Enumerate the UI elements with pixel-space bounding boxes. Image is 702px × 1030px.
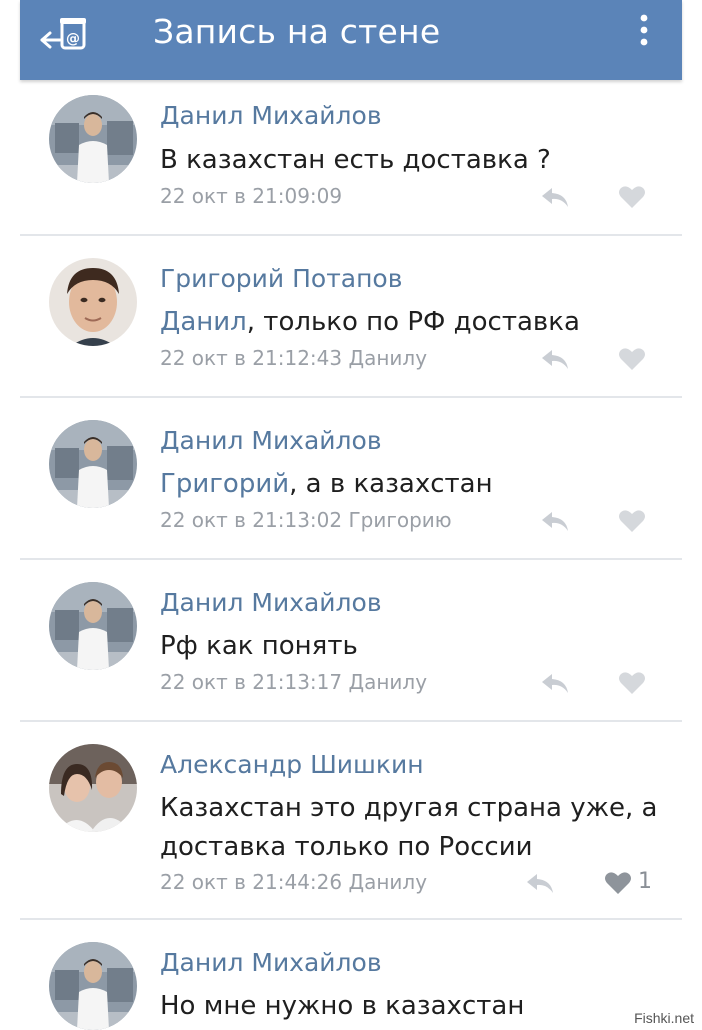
reply-icon[interactable] [540,185,570,209]
avatar[interactable] [49,582,137,670]
svg-text:@: @ [66,31,80,47]
comment-item: Григорий Потапов Данил, только по РФ дос… [20,236,682,398]
comment-item: Александр Шишкин Казахстан это другая ст… [20,722,682,920]
comment-body: Но мне нужно в казахстан [160,991,525,1021]
comment-author[interactable]: Данил Михайлов [160,588,382,617]
reply-icon[interactable] [540,509,570,533]
comment-body: , только по РФ доставка [246,307,580,337]
top-app-bar: @ Запись на стене [20,0,682,80]
comment-text: Рф как понять [160,627,660,666]
like-count: 1 [638,869,652,894]
comment-timestamp: 22 окт в 21:13:02 [160,508,343,532]
comment-body: В казахстан есть доставка ? [160,145,551,175]
reply-to-link[interactable]: Данилу [348,670,427,694]
page-title: Запись на стене [153,12,441,51]
reply-icon[interactable] [540,671,570,695]
comment-body: Казахстан это другая страна уже, а доста… [160,793,658,862]
back-arrow-icon: @ [40,18,86,50]
mention-link[interactable]: Григорий [160,469,289,499]
comment-item: Данил Михайлов Рф как понять 22 окт в 21… [20,560,682,722]
comment-author[interactable]: Александр Шишкин [160,750,424,779]
comment-meta: 22 окт в 21:44:26 Данилу [160,870,427,894]
watermark: Fishki.net [632,1010,696,1026]
reply-to-link[interactable]: Данилу [348,346,427,370]
comment-author[interactable]: Григорий Потапов [160,264,402,293]
comment-author[interactable]: Данил Михайлов [160,101,382,130]
comment-text: В казахстан есть доставка ? [160,141,660,180]
comment-meta: 22 окт в 21:09:09 [160,184,342,208]
heart-icon[interactable] [618,671,646,695]
comment-meta: 22 окт в 21:13:17 Данилу [160,670,427,694]
heart-icon[interactable] [618,185,646,209]
comment-meta: 22 окт в 21:12:43 Данилу [160,346,427,370]
reply-to-link[interactable]: Данилу [348,870,427,894]
comment-text: Но мне нужно в казахстан [160,987,660,1026]
comment-timestamp: 22 окт в 21:13:17 [160,670,343,694]
comment-meta: 22 окт в 21:13:02 Григорию [160,508,452,532]
heart-icon[interactable] [604,871,632,895]
comment-author[interactable]: Данил Михайлов [160,426,382,455]
mention-link[interactable]: Данил [160,307,247,337]
comment-item: Данил Михайлов Григорий, а в казахстан 2… [20,398,682,560]
reply-to-link[interactable]: Григорию [348,508,451,532]
comment-timestamp: 22 окт в 21:09:09 [160,184,343,208]
comment-body: Рф как понять [160,631,358,661]
avatar[interactable] [49,95,137,183]
comment-item: Данил Михайлов В казахстан есть доставка… [20,80,682,236]
comment-text: Григорий, а в казахстан [160,465,660,504]
more-vertical-icon [640,14,648,46]
comment-text: Казахстан это другая страна уже, а доста… [160,789,660,867]
heart-icon[interactable] [618,509,646,533]
reply-icon[interactable] [525,871,555,895]
reply-icon[interactable] [540,347,570,371]
comment-item: Данил Михайлов Но мне нужно в казахстан [20,920,682,1030]
back-button[interactable]: @ [38,14,90,54]
comment-timestamp: 22 окт в 21:44:26 [160,870,343,894]
avatar[interactable] [49,942,137,1030]
comment-body: , а в казахстан [289,469,493,499]
comment-timestamp: 22 окт в 21:12:43 [160,346,343,370]
comment-list: Данил Михайлов В казахстан есть доставка… [20,80,682,1030]
more-options-button[interactable] [636,12,652,48]
avatar[interactable] [49,744,137,832]
avatar[interactable] [49,420,137,508]
comment-author[interactable]: Данил Михайлов [160,948,382,977]
comment-text: Данил, только по РФ доставка [160,303,660,342]
heart-icon[interactable] [618,347,646,371]
avatar[interactable] [49,258,137,346]
